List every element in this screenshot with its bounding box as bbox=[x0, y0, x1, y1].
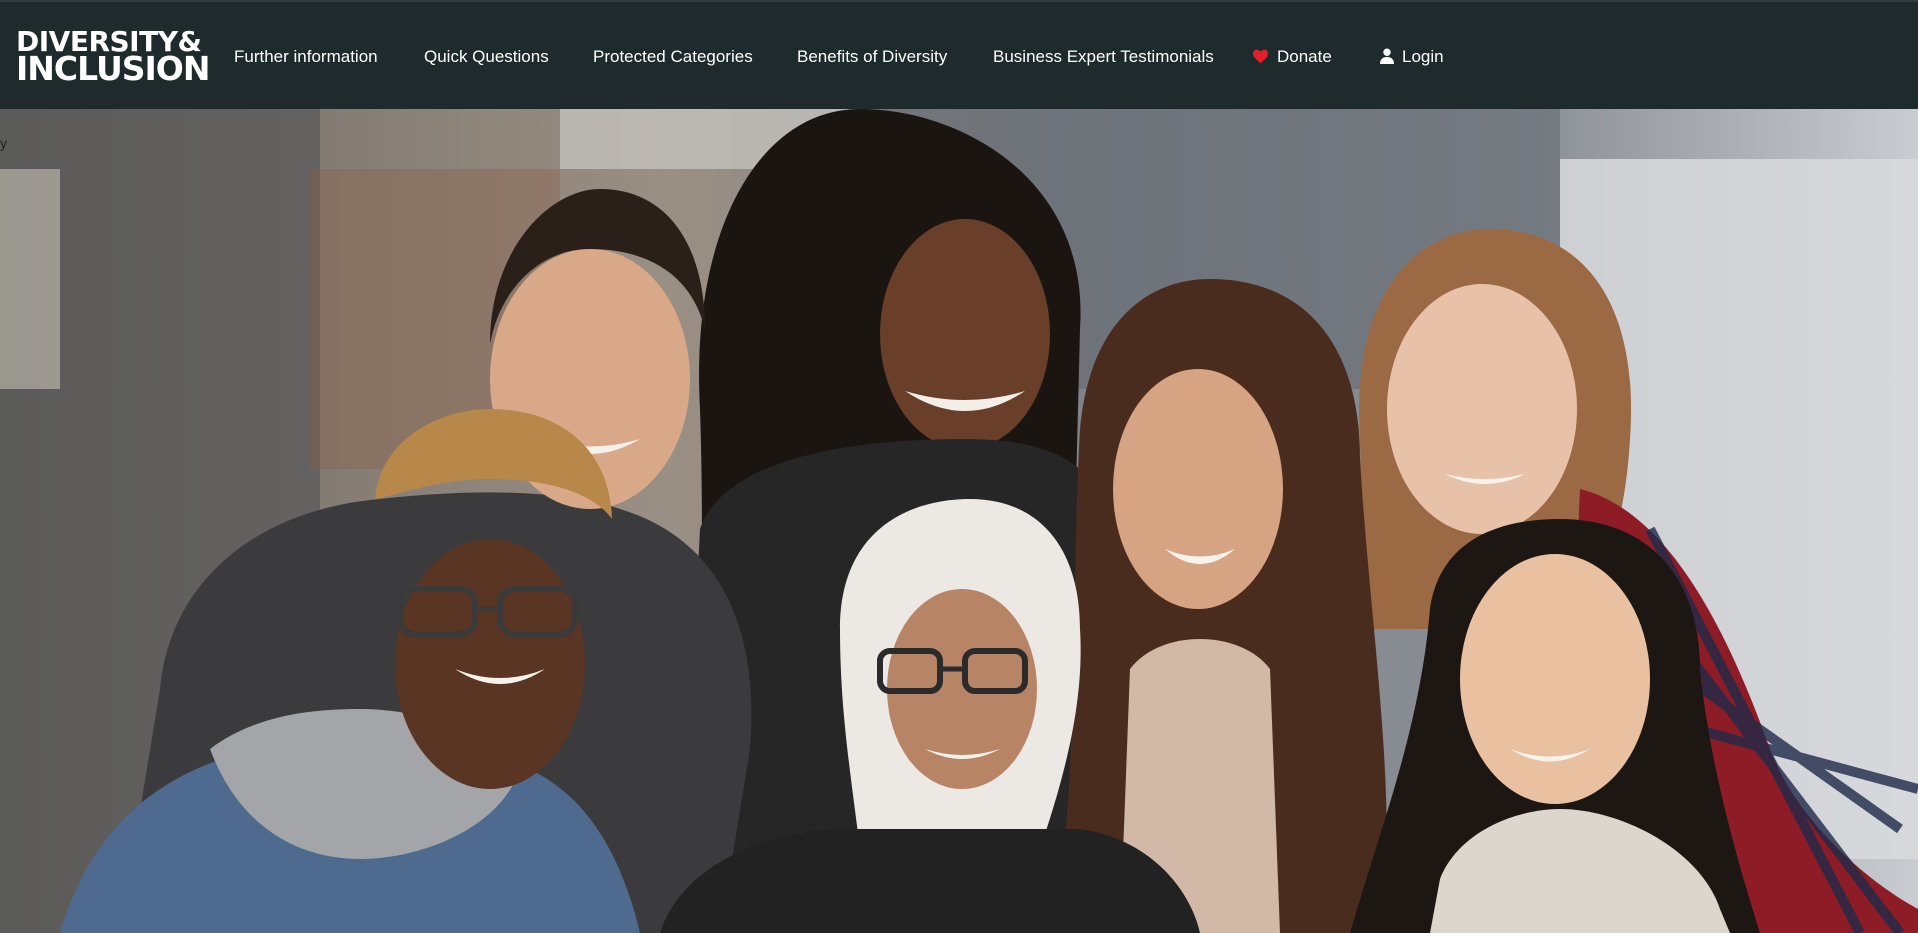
site-logo[interactable]: DIVERSITY& INCLUSION bbox=[16, 28, 210, 88]
nav-label: Benefits of Diversity bbox=[797, 47, 948, 66]
nav-label: Further information bbox=[234, 47, 378, 66]
nav-benefits-of-diversity[interactable]: Benefits of Diversity bbox=[797, 46, 947, 68]
top-navbar: DIVERSITY& INCLUSION Further information… bbox=[0, 0, 1918, 109]
nav-quick-questions[interactable]: Quick Questions bbox=[424, 46, 549, 68]
nav-protected-categories[interactable]: Protected Categories bbox=[593, 46, 753, 68]
nav-label: Protected Categories bbox=[593, 47, 753, 66]
nav-login[interactable]: Login bbox=[1380, 46, 1444, 68]
nav-donate[interactable]: Donate bbox=[1252, 46, 1332, 68]
logo-line-2: INCLUSION bbox=[16, 49, 210, 88]
nav-business-expert-testimonials[interactable]: Business Expert Testimonials bbox=[993, 46, 1214, 68]
hero-partial-text: y bbox=[0, 135, 7, 151]
nav-label: Login bbox=[1402, 47, 1444, 66]
hero-banner: y bbox=[0, 109, 1918, 933]
heart-icon bbox=[1253, 49, 1268, 63]
user-icon bbox=[1380, 48, 1394, 65]
nav-label: Business Expert Testimonials bbox=[993, 47, 1214, 66]
group-photo bbox=[0, 109, 1918, 933]
nav-label: Quick Questions bbox=[424, 47, 549, 66]
nav-label: Donate bbox=[1277, 47, 1332, 66]
nav-further-information[interactable]: Further information bbox=[234, 46, 378, 68]
